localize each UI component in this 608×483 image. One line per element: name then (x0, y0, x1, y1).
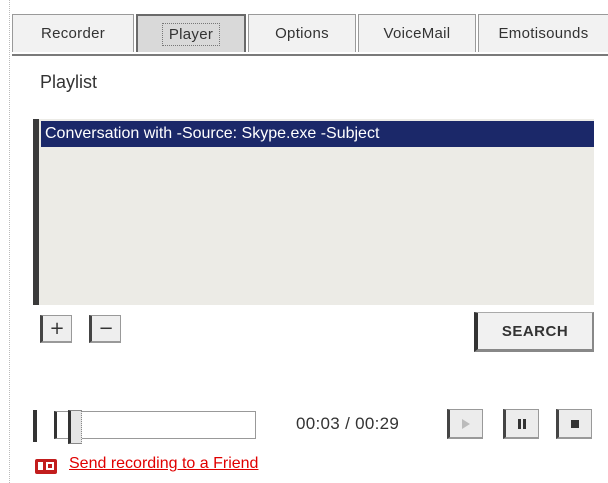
seek-slider-thumb[interactable] (68, 410, 83, 444)
time-display: 00:03 / 00:29 (296, 414, 400, 433)
search-button[interactable]: SEARCH (474, 312, 594, 352)
stop-button[interactable] (556, 409, 592, 439)
pause-button[interactable] (503, 409, 539, 439)
tab-emotisounds-label: Emotisounds (498, 25, 589, 42)
playlist-label: Playlist (40, 72, 98, 92)
tab-divider (12, 54, 608, 56)
tab-player[interactable]: Player (136, 14, 246, 52)
tab-emotisounds[interactable]: Emotisounds (478, 14, 608, 52)
add-button[interactable]: + (40, 315, 72, 343)
tab-player-label: Player (161, 22, 221, 46)
send-recording-link[interactable]: Send recording to a Friend (69, 455, 258, 473)
play-button[interactable] (447, 409, 483, 439)
tab-voicemail-label: VoiceMail (383, 25, 451, 42)
remove-button[interactable]: − (89, 315, 121, 343)
tab-bar: Recorder Player Options VoiceMail Emotis… (12, 14, 608, 54)
tab-options-label: Options (275, 25, 329, 42)
playlist-box[interactable]: Conversation with -Source: Skype.exe -Su… (33, 119, 594, 305)
tab-options[interactable]: Options (248, 14, 356, 52)
email-icon (35, 459, 57, 474)
tab-voicemail[interactable]: VoiceMail (358, 14, 476, 52)
window-left-edge (0, 0, 10, 483)
tab-recorder-label: Recorder (40, 25, 106, 42)
playlist-item[interactable]: Conversation with -Source: Skype.exe -Su… (41, 121, 594, 147)
player-edge-marker (33, 410, 37, 442)
seek-slider-track[interactable] (54, 411, 256, 439)
tab-recorder[interactable]: Recorder (12, 14, 134, 52)
pause-icon (518, 418, 526, 429)
stop-icon (571, 419, 579, 428)
play-icon (462, 418, 470, 429)
